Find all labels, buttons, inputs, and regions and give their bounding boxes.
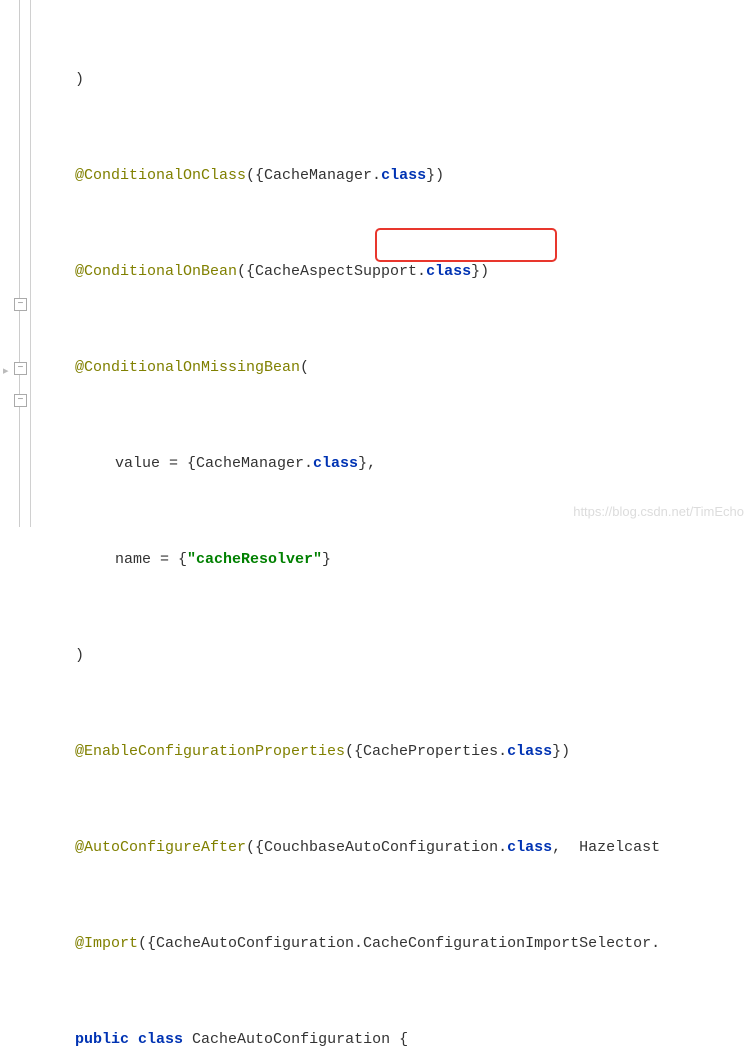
code-line: @Import({CacheAutoConfiguration.CacheCon… [35,928,752,960]
fold-marker-icon[interactable] [14,362,27,375]
code-line: @EnableConfigurationProperties({CachePro… [35,736,752,768]
fold-marker-icon[interactable] [14,394,27,407]
code-line: @AutoConfigureAfter({CouchbaseAutoConfig… [35,832,752,864]
code-line: @ConditionalOnBean({CacheAspectSupport.c… [35,256,752,288]
code-line: @ConditionalOnClass({CacheManager.class}… [35,160,752,192]
code-line: public class CacheAutoConfiguration { [35,1024,752,1054]
code-area[interactable]: ) @ConditionalOnClass({CacheManager.clas… [31,0,752,527]
code-editor[interactable]: ) @ConditionalOnClass({CacheManager.clas… [0,0,752,527]
code-line: @ConditionalOnMissingBean( [35,352,752,384]
code-line: ) [35,64,752,96]
code-line: value = {CacheManager.class}, [35,448,752,480]
gutter [0,0,31,527]
code-line: ) [35,640,752,672]
code-line: name = {"cacheResolver"} [35,544,752,576]
fold-marker-icon[interactable] [14,298,27,311]
watermark: https://blog.csdn.net/TimEcho [573,504,744,519]
breakpoint-hint-icon: ▸ [3,364,9,378]
